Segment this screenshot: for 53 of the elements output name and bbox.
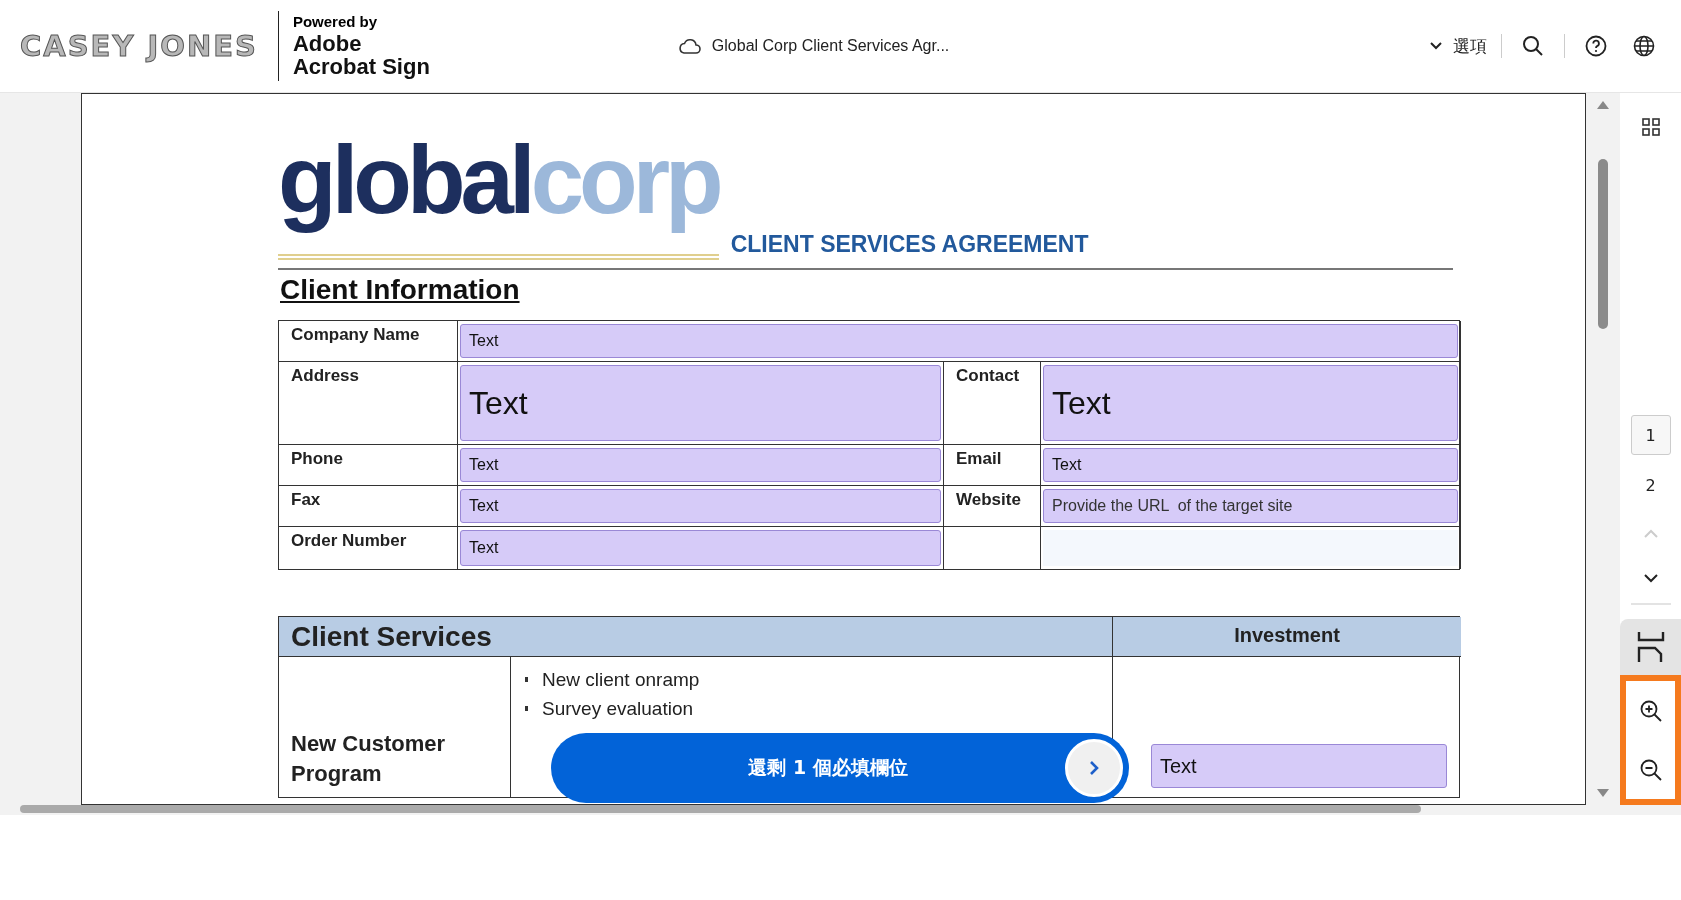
company-logo: globalcorp [278,134,719,260]
zoom-in-icon[interactable] [1638,698,1663,723]
text-field[interactable]: Text [460,489,941,523]
service-item: New client onramp [542,668,700,691]
service-item: Survey evaluation [542,697,694,720]
cloud-icon [677,37,702,55]
agreement-title: CLIENT SERVICES AGREEMENT [730,231,1089,258]
search-icon[interactable] [1522,35,1544,57]
chevron-down-icon [1429,41,1443,51]
product-name: Acrobat Sign [292,54,430,78]
thumbnails-grid-icon[interactable] [1640,117,1661,137]
text-field[interactable]: Text [1043,365,1458,441]
table-heading: Investment [1234,624,1340,646]
field-label: Phone [291,449,343,468]
chevron-right-icon [1088,759,1100,777]
field-label: Website [956,490,1021,509]
field-label: Contact [956,366,1020,385]
field-label: Order Number [291,531,407,550]
fit-page-icon [1635,630,1666,664]
section-heading: Client Information [280,274,521,306]
product-name: Adobe [292,31,363,55]
text-field[interactable]: Provide the URL of the target site [1043,489,1458,523]
text-field[interactable]: Text [460,530,941,566]
field-label: Company Name [291,325,420,344]
empty-field[interactable] [1043,530,1458,566]
bullet-icon [525,677,528,682]
text-field[interactable]: Text [1043,448,1458,482]
field-label: Address [291,366,360,385]
document-title: Global Corp Client Services Agr... [711,37,950,55]
scrollbar-thumb[interactable] [1598,159,1608,329]
required-fields-button[interactable]: 還剩 1 個必填欄位 [551,733,1129,803]
brand-logo: CASEY JONES [20,28,258,64]
next-page-icon[interactable] [1642,573,1659,583]
text-field[interactable]: Text [460,324,1458,358]
help-icon[interactable] [1585,35,1607,57]
text-field[interactable]: Text [460,365,941,441]
bullet-icon [525,706,528,711]
options-menu-button[interactable]: 選項 [1429,34,1487,58]
zoom-out-icon[interactable] [1638,757,1663,782]
text-field[interactable]: Text [460,448,941,482]
page-number-button[interactable]: 1 [1630,415,1671,455]
field-label: Email [956,449,1002,468]
globe-icon[interactable] [1633,35,1655,57]
program-name: New Customer Program [291,731,446,786]
fit-page-button[interactable] [1620,619,1681,675]
next-field-button[interactable] [1065,739,1123,797]
text-field[interactable]: Text [1151,744,1447,788]
table-heading: Client Services [291,621,492,652]
scroll-up-icon[interactable] [1597,101,1609,109]
powered-by-label: Powered by [292,14,379,30]
field-label: Fax [291,490,321,509]
scroll-down-icon[interactable] [1597,789,1609,797]
horizontal-scrollbar[interactable] [20,805,1421,813]
